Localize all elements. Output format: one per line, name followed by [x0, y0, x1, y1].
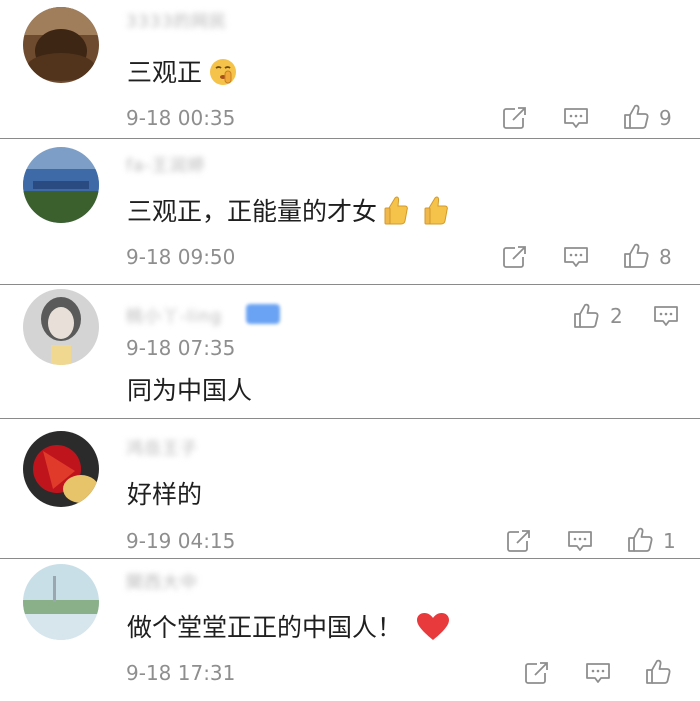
username[interactable]: fa-王润婷 [126, 151, 206, 176]
share-icon[interactable] [502, 245, 528, 269]
avatar[interactable] [23, 564, 99, 640]
avatar[interactable] [23, 431, 99, 507]
username[interactable]: 関西大中 [126, 568, 198, 593]
thumbs-up-emoji [423, 194, 451, 232]
like-count: 2 [610, 304, 623, 328]
avatar[interactable] [23, 7, 99, 83]
comment-item: 桃小丫-ling 2 9-18 07:35 同为中国人 [0, 285, 700, 419]
shushing-face-emoji [208, 57, 238, 93]
timestamp: 9-19 04:15 [126, 529, 236, 553]
comment-icon[interactable] [652, 304, 680, 328]
share-icon[interactable] [502, 106, 528, 130]
comment-text: 三观正，正能量的才女 [127, 192, 451, 232]
thumbs-up-icon[interactable] [644, 658, 672, 686]
like-count: 8 [659, 245, 672, 269]
timestamp: 9-18 00:35 [126, 106, 236, 130]
comment-icon[interactable] [566, 529, 594, 553]
share-icon[interactable] [506, 529, 532, 553]
comment-item: 3333的网民 三观正 9-18 00:35 9 [0, 0, 700, 139]
thumbs-up-emoji [383, 194, 411, 232]
username[interactable]: 3333的网民 [126, 7, 227, 32]
timestamp: 9-18 09:50 [126, 245, 236, 269]
comment-text: 同为中国人 [127, 376, 253, 405]
like-count: 9 [659, 106, 672, 130]
avatar[interactable] [23, 289, 99, 365]
share-icon[interactable] [524, 661, 550, 685]
username[interactable]: 鸿岳王子 [126, 434, 198, 459]
like-count: 1 [663, 529, 676, 553]
vip-badge [246, 304, 280, 324]
comment-icon[interactable] [584, 661, 612, 685]
comment-text: 做个堂堂正正的中国人！ [127, 608, 450, 648]
comment-text: 好样的 [127, 480, 203, 509]
thumbs-up-icon[interactable] [626, 526, 654, 554]
red-heart-emoji [416, 612, 450, 648]
thumbs-up-icon[interactable] [622, 242, 650, 270]
avatar[interactable] [23, 147, 99, 223]
comment-text: 三观正 [127, 53, 238, 93]
comment-item: 関西大中 做个堂堂正正的中国人！ 9-18 17:31 [0, 559, 700, 701]
timestamp: 9-18 17:31 [126, 661, 236, 685]
thumbs-up-icon[interactable] [572, 302, 600, 330]
timestamp: 9-18 07:35 [126, 336, 236, 360]
comment-icon[interactable] [562, 245, 590, 269]
thumbs-up-icon[interactable] [622, 103, 650, 131]
comment-item: 鸿岳王子 好样的 9-19 04:15 1 [0, 419, 700, 559]
username[interactable]: 桃小丫-ling [126, 302, 222, 327]
comment-icon[interactable] [562, 106, 590, 130]
comment-feed: 3333的网民 三观正 9-18 00:35 9 fa-王润婷 三观正，正能量的… [0, 0, 700, 701]
comment-item: fa-王润婷 三观正，正能量的才女 9-18 09:50 8 [0, 139, 700, 285]
